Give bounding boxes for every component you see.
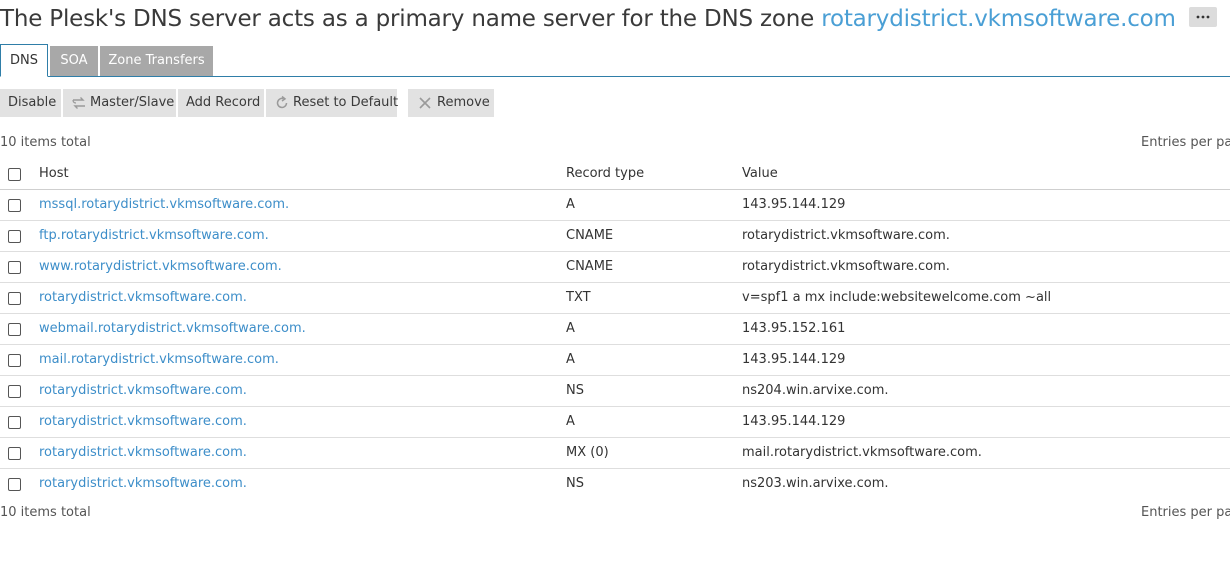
table-header: Host Record type Value: [0, 159, 1230, 190]
reset-icon: [276, 95, 288, 109]
host-link[interactable]: rotarydistrict.vkmsoftware.com.: [39, 414, 247, 429]
column-host[interactable]: Host: [39, 159, 69, 189]
page-title-text: The Plesk's DNS server acts as a primary…: [0, 6, 815, 32]
reset-to-default-button-label: Reset to Default: [293, 95, 399, 110]
entries-per-page-top[interactable]: Entries per page: [1141, 135, 1230, 150]
record-type: A: [566, 197, 575, 212]
table-row: mail.rotarydistrict.vkmsoftware.com. A 1…: [0, 345, 1230, 376]
page-title: The Plesk's DNS server acts as a primary…: [0, 4, 1217, 34]
record-type: A: [566, 352, 575, 367]
host-link[interactable]: ftp.rotarydistrict.vkmsoftware.com.: [39, 228, 269, 243]
host-link[interactable]: rotarydistrict.vkmsoftware.com.: [39, 383, 247, 398]
row-checkbox[interactable]: [8, 323, 21, 336]
row-checkbox[interactable]: [8, 230, 21, 243]
record-value: mail.rotarydistrict.vkmsoftware.com.: [742, 445, 982, 460]
row-checkbox[interactable]: [8, 416, 21, 429]
host-link[interactable]: rotarydistrict.vkmsoftware.com.: [39, 290, 247, 305]
column-value[interactable]: Value: [742, 159, 778, 189]
record-type: NS: [566, 476, 584, 491]
record-value: 143.95.144.129: [742, 197, 846, 212]
tab-bar: DNS SOA Zone Transfers: [0, 44, 1230, 77]
swap-icon: [72, 97, 85, 109]
record-type: NS: [566, 383, 584, 398]
record-value: ns203.win.arvixe.com.: [742, 476, 889, 491]
record-value: 143.95.144.129: [742, 352, 846, 367]
items-total-bottom: 10 items total: [0, 505, 91, 520]
host-link[interactable]: mail.rotarydistrict.vkmsoftware.com.: [39, 352, 279, 367]
table-row: rotarydistrict.vkmsoftware.com. MX (0) m…: [0, 438, 1230, 469]
more-button[interactable]: [1188, 6, 1217, 27]
tab-soa[interactable]: SOA: [50, 46, 98, 76]
zone-link[interactable]: rotarydistrict.vkmsoftware.com: [821, 6, 1176, 32]
row-checkbox[interactable]: [8, 447, 21, 460]
table-row: www.rotarydistrict.vkmsoftware.com. CNAM…: [0, 252, 1230, 283]
row-checkbox[interactable]: [8, 385, 21, 398]
remove-button[interactable]: Remove: [408, 89, 494, 117]
host-link[interactable]: www.rotarydistrict.vkmsoftware.com.: [39, 259, 282, 274]
table-row: rotarydistrict.vkmsoftware.com. TXT v=sp…: [0, 283, 1230, 314]
row-checkbox[interactable]: [8, 478, 21, 491]
record-value: ns204.win.arvixe.com.: [742, 383, 889, 398]
record-value: rotarydistrict.vkmsoftware.com.: [742, 259, 950, 274]
remove-button-label: Remove: [437, 95, 490, 110]
column-record-type[interactable]: Record type: [566, 159, 644, 189]
record-type: CNAME: [566, 228, 614, 243]
reset-to-default-button[interactable]: Reset to Default: [266, 89, 399, 117]
master-slave-button-label: Master/Slave: [90, 95, 175, 110]
table-row: ftp.rotarydistrict.vkmsoftware.com. CNAM…: [0, 221, 1230, 252]
record-type: MX (0): [566, 445, 609, 460]
items-total-top: 10 items total: [0, 135, 91, 150]
record-type: TXT: [566, 290, 591, 305]
record-type: CNAME: [566, 259, 614, 274]
table-row: rotarydistrict.vkmsoftware.com. A 143.95…: [0, 407, 1230, 438]
dns-records-table: Host Record type Value mssql.rotarydistr…: [0, 159, 1230, 499]
entries-per-page-bottom[interactable]: Entries per page: [1141, 505, 1230, 520]
record-value: rotarydistrict.vkmsoftware.com.: [742, 228, 950, 243]
host-link[interactable]: rotarydistrict.vkmsoftware.com.: [39, 476, 247, 491]
record-value: 143.95.152.161: [742, 321, 846, 336]
tab-zone-transfers[interactable]: Zone Transfers: [100, 46, 213, 76]
remove-icon: [419, 97, 431, 109]
table-row: rotarydistrict.vkmsoftware.com. NS ns204…: [0, 376, 1230, 407]
table-row: webmail.rotarydistrict.vkmsoftware.com. …: [0, 314, 1230, 345]
tab-dns[interactable]: DNS: [0, 44, 48, 77]
record-type: A: [566, 414, 575, 429]
record-type: A: [566, 321, 575, 336]
add-record-button[interactable]: Add Record: [178, 89, 264, 117]
host-link[interactable]: rotarydistrict.vkmsoftware.com.: [39, 445, 247, 460]
host-link[interactable]: webmail.rotarydistrict.vkmsoftware.com.: [39, 321, 306, 336]
master-slave-button[interactable]: Master/Slave: [63, 89, 176, 117]
row-checkbox[interactable]: [8, 199, 21, 212]
table-row: rotarydistrict.vkmsoftware.com. NS ns203…: [0, 469, 1230, 499]
record-value: v=spf1 a mx include:websitewelcome.com ~…: [742, 290, 1052, 305]
host-link[interactable]: mssql.rotarydistrict.vkmsoftware.com.: [39, 197, 289, 212]
row-checkbox[interactable]: [8, 354, 21, 367]
row-checkbox[interactable]: [8, 292, 21, 305]
disable-button-label: Disable: [8, 95, 57, 110]
table-row: mssql.rotarydistrict.vkmsoftware.com. A …: [0, 190, 1230, 221]
add-record-button-label: Add Record: [186, 95, 261, 110]
row-checkbox[interactable]: [8, 261, 21, 274]
select-all-checkbox[interactable]: [8, 168, 21, 181]
more-icon: [1196, 15, 1210, 18]
record-value: 143.95.144.129: [742, 414, 846, 429]
disable-button[interactable]: Disable: [0, 89, 61, 117]
